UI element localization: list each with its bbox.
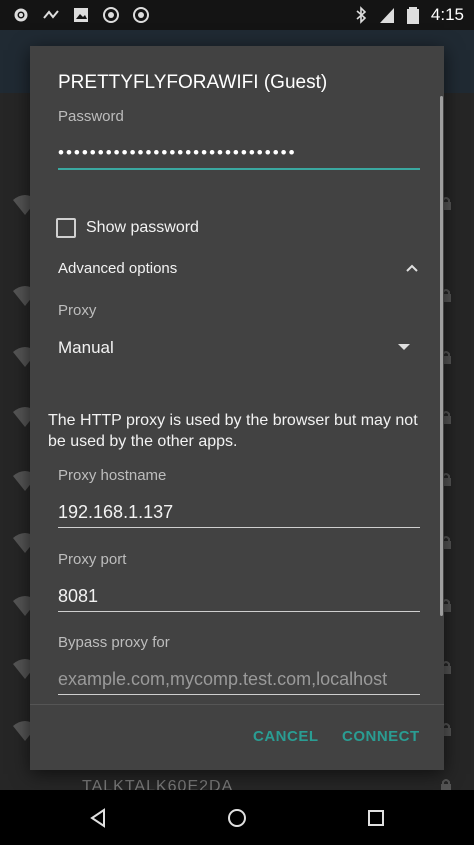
cancel-button[interactable]: CANCEL xyxy=(253,728,319,745)
battery-icon xyxy=(406,7,419,24)
proxy-select-value: Manual xyxy=(58,338,114,357)
password-field[interactable]: •••••••••••••••••••••••••••••• xyxy=(58,143,297,163)
proxy-select[interactable]: Manual xyxy=(58,338,410,362)
dialog-scrollbar[interactable] xyxy=(440,96,443,616)
password-underline xyxy=(58,168,420,170)
hostname-underline xyxy=(58,527,420,528)
proxy-port-label: Proxy port xyxy=(58,551,127,568)
connect-button[interactable]: CONNECT xyxy=(342,728,420,745)
clock: 4:15 xyxy=(430,5,464,24)
advanced-options-label: Advanced options xyxy=(58,260,178,277)
settings-icon xyxy=(14,8,28,22)
back-icon[interactable] xyxy=(88,808,108,828)
wifi-config-dialog: PRETTYFLYFORAWIFI (Guest) Password •••••… xyxy=(30,46,444,770)
record-icon xyxy=(103,7,119,23)
record-icon xyxy=(133,7,149,23)
recents-icon[interactable] xyxy=(366,808,386,828)
button-divider xyxy=(30,704,444,705)
proxy-info-text: The HTTP proxy is used by the browser bu… xyxy=(48,412,418,450)
dropdown-arrow-icon xyxy=(398,344,410,350)
chevron-up-icon[interactable] xyxy=(404,260,420,276)
show-password-checkbox[interactable]: Show password xyxy=(56,218,199,238)
signal-icon xyxy=(379,8,394,23)
image-icon xyxy=(74,8,88,22)
bypass-proxy-label: Bypass proxy for xyxy=(58,634,170,651)
show-password-label: Show password xyxy=(86,219,199,236)
password-label: Password xyxy=(58,108,124,125)
bypass-proxy-input[interactable] xyxy=(58,666,420,692)
port-underline xyxy=(58,611,420,612)
bypass-underline xyxy=(58,694,420,695)
navigation-bar xyxy=(0,790,474,845)
proxy-hostname-label: Proxy hostname xyxy=(58,467,167,484)
dialog-title: PRETTYFLYFORAWIFI (Guest) xyxy=(58,72,328,93)
advanced-options-toggle[interactable]: Advanced options xyxy=(58,260,420,282)
proxy-port-input[interactable] xyxy=(58,583,420,609)
proxy-label: Proxy xyxy=(58,302,97,319)
checkbox-box[interactable] xyxy=(56,218,76,238)
status-bar: 4:15 xyxy=(0,0,474,30)
wave-icon xyxy=(43,10,59,19)
proxy-hostname-input[interactable] xyxy=(58,499,420,525)
home-icon[interactable] xyxy=(227,808,247,828)
bluetooth-icon xyxy=(356,6,367,24)
